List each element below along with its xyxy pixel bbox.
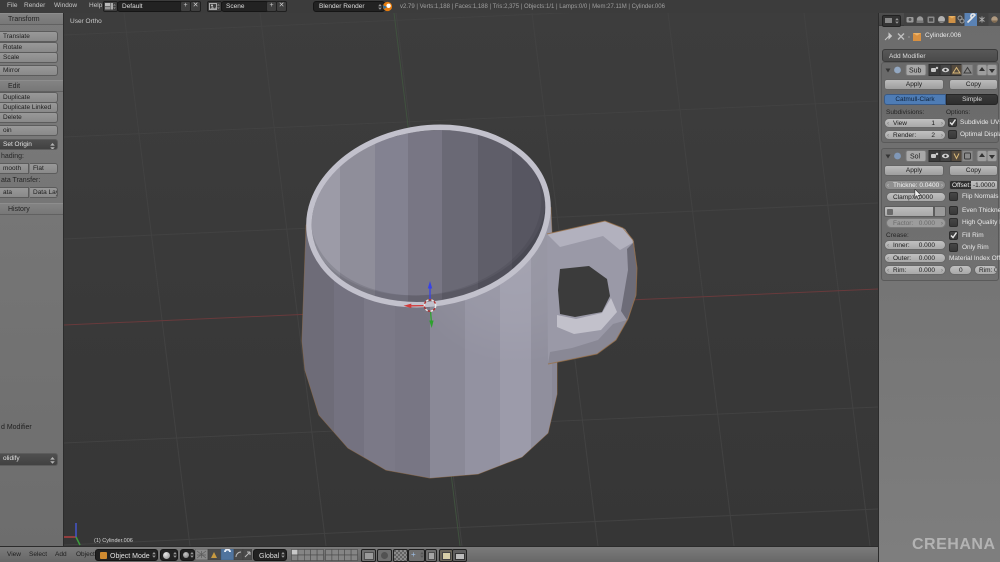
svg-text:Sub: Sub [909, 68, 922, 75]
svg-text:Sol: Sol [910, 154, 921, 161]
